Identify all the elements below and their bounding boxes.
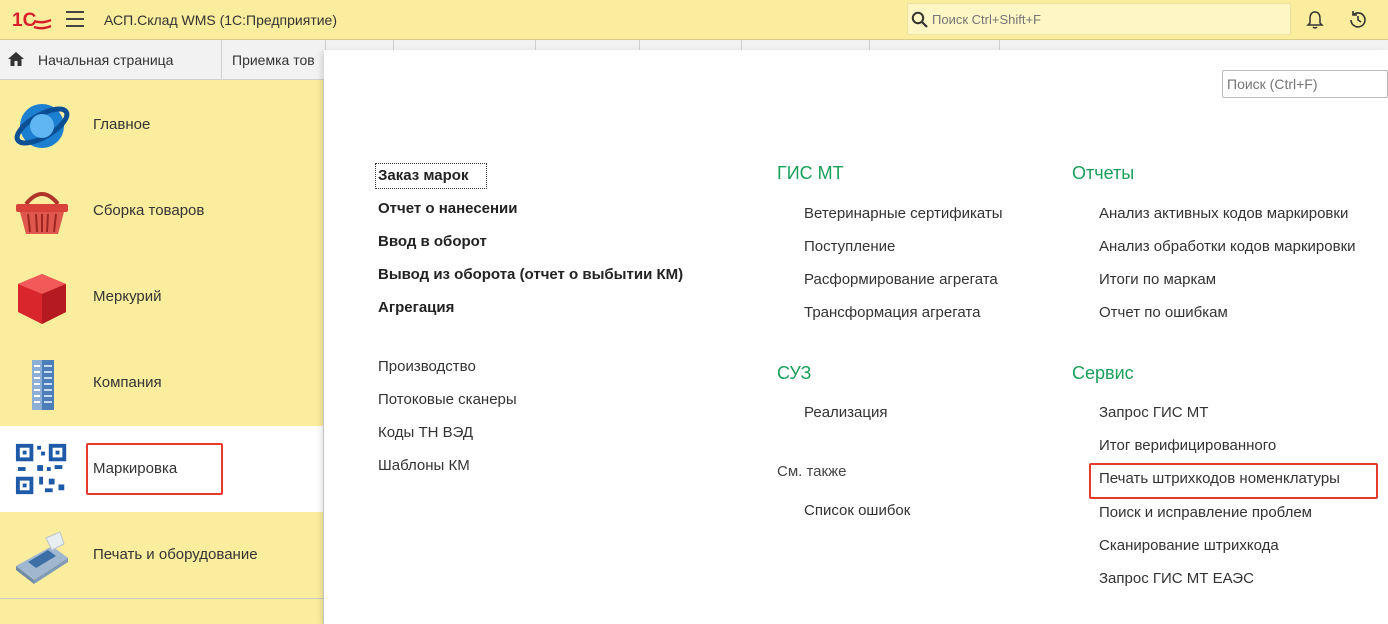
building-icon — [32, 360, 54, 410]
sidebar-item-label: Печать и оборудование — [93, 546, 258, 563]
link-errors-report[interactable]: Отчет по ошибкам — [1099, 304, 1228, 321]
main-menu-icon[interactable] — [66, 11, 84, 27]
globe-icon — [14, 104, 70, 148]
link-codes-processing-analysis[interactable]: Анализ обработки кодов маркировки — [1099, 238, 1356, 255]
link-km-templates[interactable]: Шаблоны КМ — [378, 457, 470, 474]
local-search-box[interactable] — [1222, 70, 1388, 98]
heading-gis-mt: ГИС МТ — [777, 163, 844, 183]
heading-see-also: См. также — [777, 463, 847, 480]
global-search-input[interactable] — [932, 9, 1282, 29]
tab-home-label: Начальная страница — [38, 52, 174, 68]
link-marks-totals[interactable]: Итоги по маркам — [1099, 271, 1216, 288]
link-receipt[interactable]: Поступление — [804, 238, 895, 255]
history-icon[interactable] — [1347, 9, 1369, 31]
sections-sidebar: Главное Сборка товаров Меркурий Компания — [0, 80, 324, 624]
top-bar: 1С АСП.Склад WMS (1С:Предприятие) — [0, 0, 1388, 40]
tab-receiving-label: Приемка тов — [232, 52, 315, 68]
local-search-input[interactable] — [1223, 71, 1387, 97]
link-verified-total[interactable]: Итог верифицированного — [1099, 437, 1276, 454]
link-tn-ved-codes[interactable]: Коды ТН ВЭД — [378, 424, 473, 441]
basket-icon — [16, 192, 68, 234]
notifications-bell-icon[interactable] — [1306, 10, 1324, 30]
link-vet-certificates[interactable]: Ветеринарные сертификаты — [804, 205, 1003, 222]
link-gis-mt-eaeu-request[interactable]: Запрос ГИС МТ ЕАЭС — [1099, 570, 1254, 587]
sidebar-item-mercury[interactable]: Меркурий — [0, 254, 323, 340]
link-print-barcodes[interactable]: Печать штрихкодов номенклатуры — [1099, 470, 1340, 487]
heading-service: Сервис — [1072, 363, 1134, 383]
sidebar-item-picking[interactable]: Сборка товаров — [0, 168, 323, 254]
home-icon — [8, 52, 24, 66]
sidebar-divider — [0, 598, 323, 599]
link-disaggregation[interactable]: Расформирование агрегата — [804, 271, 998, 288]
sidebar-item-marking[interactable]: Маркировка — [0, 426, 323, 512]
link-order-marks[interactable]: Заказ марок — [378, 167, 468, 184]
heading-suz: СУЗ — [777, 363, 812, 383]
cube-icon — [18, 274, 66, 324]
tab-receiving[interactable]: Приемка тов — [222, 40, 326, 80]
sidebar-item-label: Меркурий — [93, 288, 162, 305]
heading-reports: Отчеты — [1072, 163, 1135, 183]
global-search-box[interactable] — [907, 3, 1291, 35]
sidebar-item-printing-equipment[interactable]: Печать и оборудование — [0, 512, 323, 598]
tab-home[interactable]: Начальная страница — [0, 40, 222, 80]
link-withdraw-circulation[interactable]: Вывод из оборота (отчет о выбытии КМ) — [378, 266, 683, 283]
pos-terminal-icon — [16, 531, 68, 584]
section-panel: Заказ марок Отчет о нанесении Ввод в обо… — [324, 50, 1388, 624]
link-gis-mt-request[interactable]: Запрос ГИС МТ — [1099, 404, 1208, 421]
link-production[interactable]: Производство — [378, 358, 476, 375]
link-scan-barcode[interactable]: Сканирование штрихкода — [1099, 537, 1279, 554]
1c-logo-icon[interactable]: 1С — [12, 9, 52, 31]
link-error-list[interactable]: Список ошибок — [804, 502, 910, 519]
qr-code-icon — [15, 443, 67, 495]
link-application-report[interactable]: Отчет о нанесении — [378, 200, 518, 217]
sidebar-item-label: Сборка товаров — [93, 202, 205, 219]
sidebar-item-label: Компания — [93, 374, 162, 391]
link-sales[interactable]: Реализация — [804, 404, 887, 421]
sidebar-item-main[interactable]: Главное — [0, 82, 323, 168]
sidebar-item-label: Главное — [93, 116, 151, 133]
sidebar-item-label: Маркировка — [93, 460, 178, 477]
sidebar-item-company[interactable]: Компания — [0, 340, 323, 426]
link-aggregate-transform[interactable]: Трансформация агрегата — [804, 304, 980, 321]
svg-text:1С: 1С — [12, 10, 37, 31]
search-icon — [911, 11, 928, 28]
link-introduce-circulation[interactable]: Ввод в оборот — [378, 233, 487, 250]
link-aggregation[interactable]: Агрегация — [378, 299, 454, 316]
link-stream-scanners[interactable]: Потоковые сканеры — [378, 391, 517, 408]
link-find-fix-problems[interactable]: Поиск и исправление проблем — [1099, 504, 1312, 521]
link-active-codes-analysis[interactable]: Анализ активных кодов маркировки — [1099, 205, 1348, 222]
app-title: АСП.Склад WMS (1С:Предприятие) — [104, 12, 337, 28]
